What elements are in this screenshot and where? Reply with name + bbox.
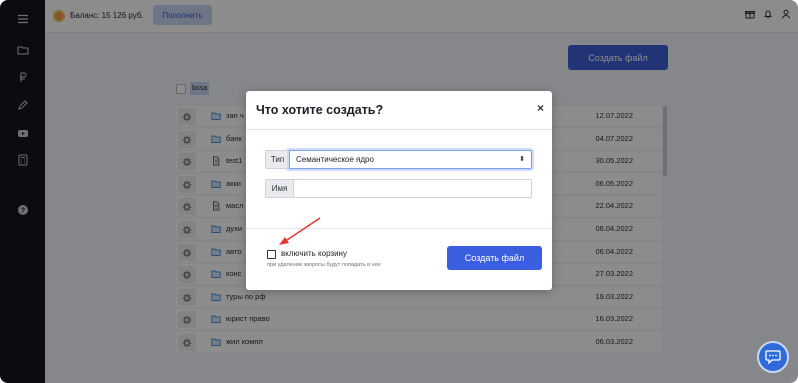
type-select[interactable]: Семантическое ядро ⬍: [289, 150, 532, 169]
name-input[interactable]: [293, 179, 532, 198]
modal-create-file-button[interactable]: Создать файл: [447, 246, 542, 270]
type-label: Тип: [265, 150, 289, 169]
close-icon[interactable]: ×: [537, 101, 544, 115]
chat-button[interactable]: [757, 341, 789, 373]
create-modal: Что хотите создать? × Тип Семантическое …: [246, 91, 552, 290]
enable-trash-label[interactable]: включить корзину: [281, 249, 347, 258]
modal-title: Что хотите создать?: [256, 103, 384, 117]
name-label: Имя: [265, 179, 293, 198]
type-select-value: Семантическое ядро: [296, 155, 374, 164]
annotation-arrow-icon: [279, 217, 321, 245]
enable-trash-hint: при удалении запросы будут попадать в не…: [267, 262, 381, 268]
app-window: ? Баланс: 15 126 руб. Пополнить Создать …: [0, 0, 798, 383]
modal-header-divider: [246, 129, 552, 130]
enable-trash-checkbox[interactable]: [267, 250, 276, 259]
select-arrows-icon: ⬍: [519, 156, 525, 163]
chat-icon: [765, 350, 781, 364]
